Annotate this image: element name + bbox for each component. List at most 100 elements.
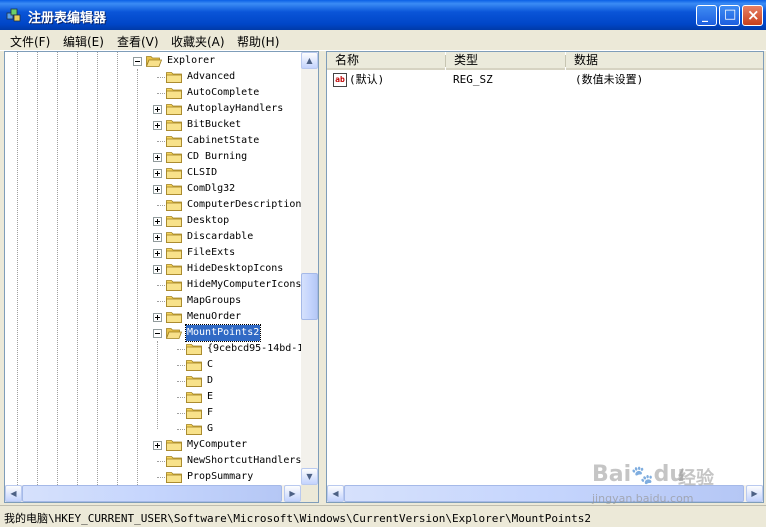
collapse-minus-icon[interactable]	[133, 57, 142, 66]
tree-node[interactable]: CLSID	[5, 165, 301, 181]
tree-node[interactable]: Explorer	[5, 53, 301, 69]
tree-node[interactable]: AutoComplete	[5, 85, 301, 101]
tree-node[interactable]: MountPoints2	[5, 324, 301, 342]
tree-node-label[interactable]: ComDlg32	[186, 181, 236, 197]
tree-vscroll-thumb[interactable]	[301, 273, 318, 320]
tree-node[interactable]: Desktop	[5, 213, 301, 229]
tree-node-label[interactable]: HideDesktopIcons	[186, 261, 284, 277]
tree-node-label[interactable]: HideMyComputerIcons	[186, 277, 301, 293]
tree-node[interactable]: ComDlg32	[5, 181, 301, 197]
expand-plus-icon[interactable]	[153, 313, 162, 322]
scroll-left-arrow-icon[interactable]: ◀	[327, 485, 344, 502]
folder-icon	[166, 120, 182, 131]
value-data: (数值未设置)	[575, 73, 644, 86]
tree-node-label[interactable]: F	[206, 405, 214, 421]
maximize-button[interactable]: □	[719, 5, 740, 26]
tree-node-label[interactable]: CD Burning	[186, 149, 248, 165]
tree-node[interactable]: CD Burning	[5, 149, 301, 165]
expand-plus-icon[interactable]	[153, 169, 162, 178]
scroll-up-arrow-icon[interactable]: ▲	[301, 52, 318, 69]
tree-node-label[interactable]: CLSID	[186, 165, 218, 181]
menu-favorites[interactable]: 收藏夹(A)	[171, 33, 225, 50]
scroll-down-arrow-icon[interactable]: ▼	[301, 468, 318, 485]
tree-node-label[interactable]: FileExts	[186, 245, 236, 261]
tree-vertical-scrollbar[interactable]: ▲ ▼	[301, 52, 318, 485]
menu-file[interactable]: 文件(F)	[10, 33, 50, 50]
tree-node[interactable]: FileExts	[5, 245, 301, 261]
tree-node-label[interactable]: Explorer	[166, 53, 216, 69]
tree-node-label[interactable]: E	[206, 389, 214, 405]
tree-node[interactable]: MapGroups	[5, 293, 301, 309]
tree-node-label[interactable]: G	[206, 421, 214, 437]
tree-node-label[interactable]: NewShortcutHandlers	[186, 453, 301, 469]
tree-node-label[interactable]: AutoplayHandlers	[186, 101, 284, 117]
close-button[interactable]: ×	[742, 5, 763, 26]
tree-node-label[interactable]: {9cebcd95-14bd-11	[206, 341, 301, 357]
scroll-right-arrow-icon[interactable]: ▶	[746, 485, 763, 502]
folder-icon	[186, 344, 202, 355]
tree-node[interactable]: {9cebcd95-14bd-11	[5, 341, 301, 357]
tree-node-label[interactable]: Advanced	[186, 69, 236, 85]
tree-node[interactable]: HideMyComputerIcons	[5, 277, 301, 293]
tree-node-label[interactable]: MapGroups	[186, 293, 242, 309]
tree-guide-line	[157, 93, 165, 94]
tree-node-label[interactable]: D	[206, 373, 214, 389]
tree-node[interactable]: MenuOrder	[5, 309, 301, 325]
tree-node[interactable]: MyComputer	[5, 437, 301, 453]
tree-guide-line	[157, 477, 165, 478]
menu-help[interactable]: 帮助(H)	[237, 33, 279, 50]
status-path: 我的电脑\HKEY_CURRENT_USER\Software\Microsof…	[4, 512, 592, 525]
menu-view[interactable]: 查看(V)	[117, 33, 159, 50]
expand-plus-icon[interactable]	[153, 217, 162, 226]
list-item[interactable]: ab (默认) REG_SZ (数值未设置)	[327, 52, 747, 92]
tree-node[interactable]: HideDesktopIcons	[5, 261, 301, 277]
tree-node-label[interactable]: Desktop	[186, 213, 230, 229]
expand-plus-icon[interactable]	[153, 121, 162, 130]
tree-node-label[interactable]: C	[206, 357, 214, 373]
tree-node[interactable]: NewShortcutHandlers	[5, 453, 301, 469]
registry-tree-pane[interactable]: Explorer Advanced AutoComplete AutoplayHand…	[4, 51, 319, 503]
tree-node-label[interactable]: ComputerDescriptions	[186, 197, 301, 213]
tree-node[interactable]: CabinetState	[5, 133, 301, 149]
scroll-right-arrow-icon[interactable]: ▶	[284, 485, 301, 502]
expand-plus-icon[interactable]	[153, 265, 162, 274]
expand-plus-icon[interactable]	[153, 185, 162, 194]
tree-node[interactable]: C	[5, 357, 301, 373]
tree-guide-line	[177, 429, 185, 430]
expand-plus-icon[interactable]	[153, 233, 162, 242]
tree-node-label[interactable]: MenuOrder	[186, 309, 242, 325]
tree-node-label[interactable]: AutoComplete	[186, 85, 260, 101]
expand-plus-icon[interactable]	[153, 105, 162, 114]
minimize-button[interactable]: _	[696, 5, 717, 26]
menu-edit[interactable]: 编辑(E)	[63, 33, 104, 50]
tree-node[interactable]: BitBucket	[5, 117, 301, 133]
tree-node[interactable]: E	[5, 389, 301, 405]
tree-node[interactable]: D	[5, 373, 301, 389]
tree-node[interactable]: ComputerDescriptions	[5, 197, 301, 213]
tree-node[interactable]: Advanced	[5, 69, 301, 85]
tree-node[interactable]: PropSummary	[5, 469, 301, 485]
folder-icon	[166, 104, 182, 115]
tree-node[interactable]: AutoplayHandlers	[5, 101, 301, 117]
expand-plus-icon[interactable]	[153, 153, 162, 162]
tree-horizontal-scrollbar[interactable]: ◀ ▶	[5, 485, 301, 502]
tree-hscroll-thumb[interactable]	[22, 485, 282, 502]
expand-plus-icon[interactable]	[153, 249, 162, 258]
collapse-minus-icon[interactable]	[153, 329, 162, 338]
folder-icon	[166, 456, 182, 467]
tree-node-label[interactable]: Discardable	[186, 229, 254, 245]
tree-node-label[interactable]: MyComputer	[186, 437, 248, 453]
tree-node-label[interactable]: MountPoints2	[184, 324, 262, 342]
tree-node-label[interactable]: CabinetState	[186, 133, 260, 149]
tree-node[interactable]: Discardable	[5, 229, 301, 245]
tree-node[interactable]: F	[5, 405, 301, 421]
title-bar[interactable]: 注册表编辑器 _ □ ×	[0, 0, 766, 30]
tree-node[interactable]: G	[5, 421, 301, 437]
scroll-left-arrow-icon[interactable]: ◀	[5, 485, 22, 502]
baidu-watermark: Bai🐾du 经验 jingyan.baidu.com	[592, 462, 722, 510]
expand-plus-icon[interactable]	[153, 441, 162, 450]
tree-node-label[interactable]: BitBucket	[186, 117, 242, 133]
close-icon: ×	[747, 6, 760, 24]
tree-node-label[interactable]: PropSummary	[186, 469, 254, 485]
registry-values-pane[interactable]: 名称 类型 数据 ab (默认) REG_SZ (数值未设置) ◀ ▶	[326, 51, 764, 503]
